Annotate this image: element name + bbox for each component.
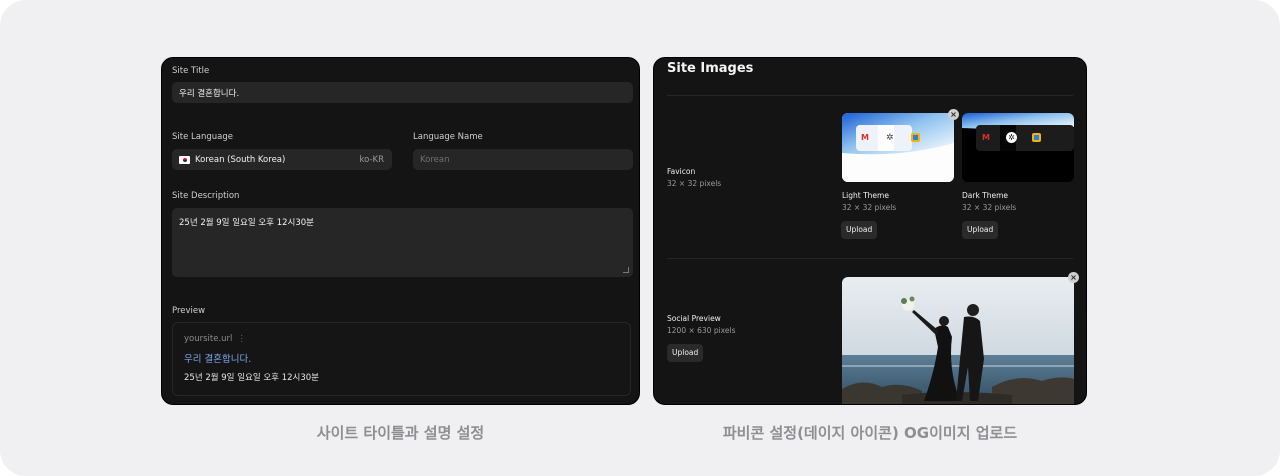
- language-value: Korean (South Korea): [195, 154, 286, 165]
- search-preview-card: yoursite.url ⋮ 우리 결혼합니다. 25년 2월 9일 일요일 오후…: [172, 322, 631, 396]
- light-theme-size: 32 × 32 pixels: [842, 203, 897, 212]
- resize-handle-icon[interactable]: [623, 267, 629, 273]
- language-name-label: Language Name: [413, 132, 483, 142]
- site-description-value: 25년 2월 9일 일요일 오후 12시30분: [179, 218, 314, 228]
- preview-title: 우리 결혼합니다.: [184, 354, 252, 365]
- favicon-dark-preview: [962, 113, 1074, 182]
- gmail-icon: M: [861, 133, 869, 142]
- showcase-stage: Site Title 우리 결혼합니다. Site Language Korea…: [0, 0, 1280, 476]
- daisy-icon: ✲: [1006, 132, 1017, 143]
- remove-social-image-icon[interactable]: ×: [1068, 272, 1079, 283]
- more-vertical-icon: ⋮: [237, 334, 246, 344]
- language-code: ko-KR: [359, 154, 384, 165]
- site-images-title: Site Images: [667, 61, 754, 76]
- language-name-input[interactable]: Korean: [413, 149, 633, 170]
- left-caption: 사이트 타이틀과 설명 설정: [316, 424, 485, 442]
- social-preview-size: 1200 × 630 pixels: [667, 326, 736, 335]
- social-preview-label: Social Preview: [667, 314, 721, 323]
- divider: [667, 95, 1073, 96]
- preview-url-row: yoursite.url ⋮: [184, 334, 246, 344]
- favicon-light-preview: [842, 113, 954, 182]
- site-settings-panel: Site Title 우리 결혼합니다. Site Language Korea…: [161, 57, 640, 405]
- calendar-icon: [911, 133, 920, 142]
- site-language-select[interactable]: Korean (South Korea) ko-KR: [172, 149, 392, 170]
- daisy-icon: ✲: [886, 133, 894, 143]
- preview-description: 25년 2월 9일 일요일 오후 12시30분: [184, 373, 319, 383]
- favicon-size: 32 × 32 pixels: [667, 179, 722, 188]
- favicon-label: Favicon: [667, 167, 696, 176]
- upload-light-favicon-button[interactable]: Upload: [841, 221, 878, 239]
- preview-label: Preview: [172, 306, 206, 316]
- dark-theme-label: Dark Theme: [962, 191, 1009, 200]
- korea-flag-icon: [179, 155, 190, 164]
- site-title-value: 우리 결혼합니다.: [179, 88, 240, 99]
- remove-light-favicon-icon[interactable]: ×: [948, 109, 959, 120]
- site-images-panel: Site Images Favicon 32 × 32 pixels M ✲ ×: [653, 57, 1087, 405]
- site-language-label: Site Language: [172, 132, 233, 142]
- site-description-textarea[interactable]: 25년 2월 9일 일요일 오후 12시30분: [172, 208, 633, 277]
- light-theme-label: Light Theme: [842, 191, 889, 200]
- preview-url: yoursite.url: [184, 334, 233, 344]
- site-title-input[interactable]: 우리 결혼합니다.: [172, 82, 633, 103]
- divider: [667, 258, 1073, 259]
- upload-social-image-button[interactable]: Upload: [667, 344, 704, 362]
- upload-dark-favicon-button[interactable]: Upload: [962, 221, 999, 239]
- language-name-placeholder: Korean: [420, 154, 450, 165]
- social-preview-image: [842, 277, 1074, 404]
- gmail-icon: M: [982, 133, 990, 142]
- calendar-icon: [1032, 133, 1041, 142]
- site-title-label: Site Title: [172, 66, 210, 76]
- site-description-label: Site Description: [172, 191, 240, 201]
- dark-theme-size: 32 × 32 pixels: [962, 203, 1017, 212]
- right-caption: 파비콘 설정(데이지 아이콘) OG이미지 업로드: [722, 424, 1018, 442]
